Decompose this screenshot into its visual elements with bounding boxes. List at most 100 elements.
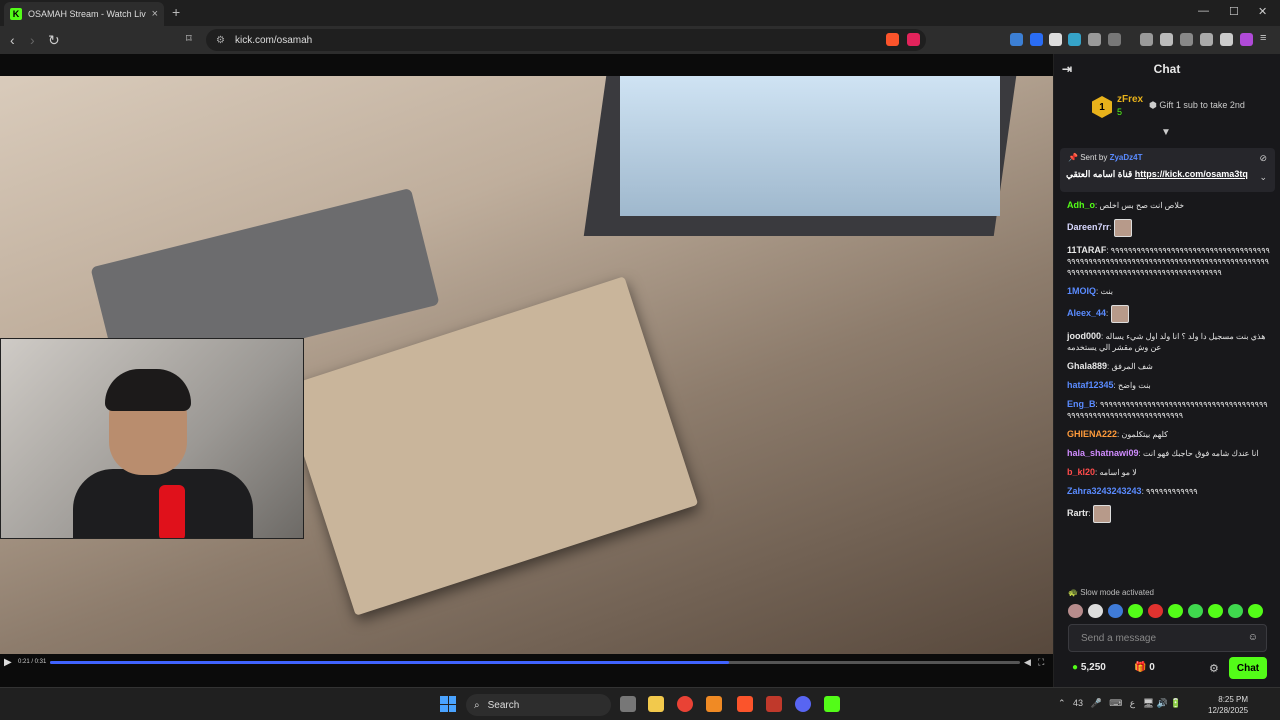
address-bar[interactable]: ⚙ kick.com/osamah bbox=[206, 29, 926, 51]
chat-text: كلهم بيتكلمون bbox=[1121, 430, 1168, 439]
emote-icon[interactable] bbox=[1188, 604, 1203, 618]
sidebar-icon[interactable] bbox=[1160, 33, 1173, 46]
brave-icon[interactable] bbox=[1240, 33, 1253, 46]
new-tab-button[interactable]: + bbox=[172, 4, 180, 20]
app-icon[interactable] bbox=[766, 696, 782, 712]
player-controls: ▶ 0:21 / 0:31 ◀ ⛶ bbox=[0, 656, 1053, 670]
chat-username[interactable]: Dareen7rr bbox=[1067, 222, 1110, 232]
pinned-sender[interactable]: ZyaDz4T bbox=[1110, 153, 1143, 162]
puzzle-icon[interactable] bbox=[1088, 33, 1101, 46]
chat-username[interactable]: jood000 bbox=[1067, 331, 1101, 341]
chat-username[interactable]: Ghala889 bbox=[1067, 361, 1107, 371]
windows-start-icon[interactable] bbox=[440, 696, 456, 712]
volume-icon[interactable]: ◀ bbox=[1024, 657, 1031, 668]
chat-username[interactable]: hataf12345 bbox=[1067, 380, 1114, 390]
send-chat-button[interactable]: Chat bbox=[1229, 657, 1267, 679]
stream-video[interactable] bbox=[0, 76, 1053, 654]
menu-icon[interactable]: ≡ bbox=[1260, 32, 1273, 45]
emote-icon bbox=[1092, 505, 1111, 523]
clock-date: 12/28/2025 bbox=[1208, 706, 1249, 715]
file-explorer-icon[interactable] bbox=[648, 696, 664, 712]
chat-username[interactable]: Aleex_44 bbox=[1067, 308, 1106, 318]
message-separator: : bbox=[1106, 309, 1111, 319]
emote-icon[interactable] bbox=[1208, 604, 1223, 618]
brave-rewards-icon[interactable] bbox=[907, 33, 920, 46]
forward-icon[interactable]: › bbox=[30, 32, 35, 48]
emote-icon[interactable] bbox=[1148, 604, 1163, 618]
chrome-icon[interactable] bbox=[677, 696, 693, 712]
chat-input[interactable] bbox=[1069, 625, 1239, 651]
wallet-icon[interactable] bbox=[1180, 33, 1193, 46]
vpn-icon[interactable] bbox=[1220, 33, 1233, 46]
minimize-icon[interactable]: — bbox=[1198, 5, 1209, 17]
chat-username[interactable]: 1MOIQ bbox=[1067, 286, 1096, 296]
reload-icon[interactable]: ↻ bbox=[48, 32, 60, 49]
bitwarden-icon[interactable] bbox=[1030, 33, 1043, 46]
chevron-down-icon[interactable]: ⌄ bbox=[1259, 172, 1267, 183]
gift-sub-prompt[interactable]: ⬢ Gift 1 sub to take 2nd bbox=[1149, 100, 1245, 111]
collapse-chat-icon[interactable]: ⇥ bbox=[1062, 62, 1072, 76]
progress-bar[interactable] bbox=[50, 661, 1020, 664]
chat-text: انا عندك شامه فوق حاجبك فهو انت bbox=[1143, 449, 1259, 458]
chat-username[interactable]: Zahra3243243243 bbox=[1067, 486, 1142, 496]
emoji-icon[interactable]: ☺ bbox=[1248, 632, 1258, 643]
url-text: kick.com/osamah bbox=[234, 34, 313, 46]
emote-icon[interactable] bbox=[1128, 604, 1143, 618]
extension-icon[interactable] bbox=[1010, 33, 1023, 46]
chat-username[interactable]: hala_shatnawi09 bbox=[1067, 448, 1139, 458]
chat-username[interactable]: Eng_B bbox=[1067, 399, 1096, 409]
fullscreen-icon[interactable]: ⛶ bbox=[1038, 657, 1044, 668]
music-icon[interactable] bbox=[1140, 33, 1153, 46]
emote-icon[interactable] bbox=[1248, 604, 1263, 618]
chat-username[interactable]: Adh_o bbox=[1067, 200, 1095, 210]
close-window-icon[interactable]: ✕ bbox=[1258, 5, 1267, 18]
emote-icon[interactable] bbox=[1108, 604, 1123, 618]
kick-favicon-icon: K bbox=[10, 8, 22, 20]
extension-icon[interactable] bbox=[1068, 33, 1081, 46]
media-icon[interactable] bbox=[1108, 33, 1121, 46]
back-icon[interactable]: ‹ bbox=[10, 32, 15, 48]
chat-message: 1MOIQ: بنت bbox=[1067, 286, 1271, 297]
search-icon: ⌕ bbox=[474, 699, 480, 711]
hide-pin-icon[interactable]: ⊘ bbox=[1259, 153, 1267, 164]
video-player[interactable]: ▶ 0:21 / 0:31 ◀ ⛶ bbox=[0, 54, 1053, 687]
chat-settings-icon[interactable]: ⚙ bbox=[1209, 662, 1219, 675]
filter-icon[interactable]: ▼ bbox=[1161, 127, 1171, 138]
discord-icon[interactable] bbox=[795, 696, 811, 712]
task-view-icon[interactable] bbox=[620, 696, 636, 712]
system-tray[interactable]: ⌃ 43 🎤 ⌨ ع 🖥 🔊 🔋 bbox=[1058, 698, 1181, 709]
brave-shield-icon[interactable] bbox=[886, 33, 899, 46]
app-icon[interactable] bbox=[706, 696, 722, 712]
emote-icon[interactable] bbox=[1228, 604, 1243, 618]
shield-icon[interactable] bbox=[1049, 33, 1062, 46]
chat-username[interactable]: b_kl20 bbox=[1067, 467, 1095, 477]
kick-icon[interactable] bbox=[824, 696, 840, 712]
gift-leaderboard[interactable]: 1 zFrex 5 ⬢ Gift 1 sub to take 2nd bbox=[1054, 86, 1280, 126]
maximize-icon[interactable]: ☐ bbox=[1229, 5, 1239, 18]
taskbar-search[interactable]: ⌕ Search bbox=[466, 694, 611, 716]
browser-tab[interactable]: K OSAMAH Stream - Watch Live × bbox=[4, 2, 164, 26]
brave-icon[interactable] bbox=[737, 696, 753, 712]
chat-message: hala_shatnawi09: انا عندك شامه فوق حاجبك… bbox=[1067, 448, 1271, 459]
gift-count[interactable]: 🎁 0 bbox=[1134, 662, 1155, 673]
emote-icon[interactable] bbox=[1168, 604, 1183, 618]
channel-points[interactable]: ● 5,250 bbox=[1072, 662, 1106, 673]
chat-message: b_kl20: لا مو اسامه bbox=[1067, 467, 1271, 478]
chat-text: خلاص انت صح بس اخلص bbox=[1099, 201, 1185, 210]
close-tab-icon[interactable]: × bbox=[152, 8, 158, 20]
chat-username[interactable]: Rartr bbox=[1067, 508, 1089, 518]
chat-username[interactable]: 11TARAF bbox=[1067, 245, 1106, 255]
chat-message: Aleex_44: bbox=[1067, 305, 1271, 323]
pinned-link[interactable]: https://kick.com/osama3tq bbox=[1135, 169, 1248, 179]
chat-title: Chat bbox=[1153, 62, 1181, 76]
play-icon[interactable]: ▶ bbox=[4, 657, 12, 668]
site-info-icon[interactable]: ⚙ bbox=[216, 35, 225, 46]
progress-fill bbox=[50, 661, 729, 664]
taskbar-clock[interactable]: 8:25 PM 12/28/2025 bbox=[1208, 694, 1248, 716]
emote-icon[interactable] bbox=[1088, 604, 1103, 618]
emote-icon[interactable] bbox=[1068, 604, 1083, 618]
bookmark-icon[interactable]: ⌑ bbox=[186, 32, 192, 45]
chat-username[interactable]: GHIENA222 bbox=[1067, 429, 1117, 439]
time-display: 0:21 / 0:31 bbox=[18, 659, 47, 665]
leo-icon[interactable] bbox=[1200, 33, 1213, 46]
